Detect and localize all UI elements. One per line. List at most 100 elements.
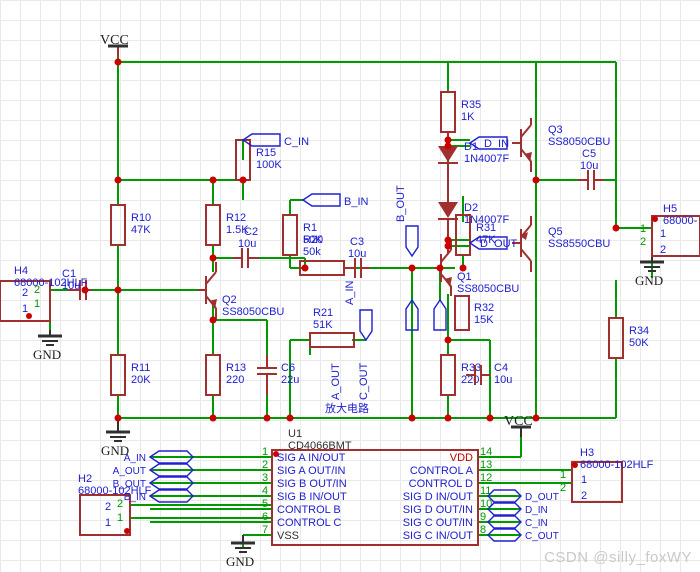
U1-right-pin-8-label: SIG C IN/OUT <box>403 530 474 542</box>
transistor-Q5[interactable]: Q5 SS8550CBU <box>512 216 610 272</box>
connector-H5[interactable]: H5 68000- 1 2 1 2 <box>640 203 700 257</box>
H2-pinnum-1: 1 <box>117 512 123 524</box>
D1-part: 1N4007F <box>464 153 510 165</box>
C5-ref: C5 <box>582 148 596 160</box>
resistor-R34[interactable]: R34 50K <box>608 317 649 359</box>
H5-ref: H5 <box>663 203 677 215</box>
H4-ref: H4 <box>14 265 28 277</box>
ground-symbol-ic-vss[interactable]: GND <box>226 535 255 569</box>
R21-value: 51K <box>313 319 333 331</box>
R35-ref: R35 <box>461 99 481 111</box>
resistor-R13[interactable]: R13 220 <box>205 354 246 396</box>
H5-pinnum-1: 1 <box>640 223 646 235</box>
R15-value: 100K <box>256 159 282 171</box>
gnd-ic-vss-label: GND <box>226 554 254 569</box>
R35-value: 1K <box>461 111 475 123</box>
H2-pinnum-2: 2 <box>117 498 123 510</box>
C2-ref: C2 <box>244 226 258 238</box>
R10-value: 47K <box>131 224 151 236</box>
Q1-ref: Q1 <box>457 271 472 283</box>
ic-U1[interactable]: U1 CD4066BMT SIG A IN/OUT SIG A OUT/IN S… <box>262 428 492 546</box>
C2-value: 10u <box>238 238 256 250</box>
U1-left-pin-3-num: 3 <box>262 472 268 484</box>
R21-ref: R21 <box>313 307 333 319</box>
power-symbol-vcc-top[interactable]: VCC <box>100 33 129 57</box>
resistor-R21[interactable]: R21 51K <box>309 307 355 348</box>
capacitor-C6[interactable]: C6 22u <box>257 355 299 395</box>
C4-value: 10u <box>494 374 512 386</box>
net-ic-a-in-text: A_IN <box>124 453 146 464</box>
U1-left-pin-7-num: 7 <box>262 524 268 536</box>
schematic-sheet: .w{stroke:#009900;stroke-width:2;fill:no… <box>0 0 700 572</box>
R13-value: 220 <box>226 374 244 386</box>
H4-pin-1: 1 <box>22 303 28 315</box>
net-c-out-text: C_OUT <box>358 362 370 400</box>
net-ic-c-out-text: C_OUT <box>525 531 559 542</box>
U1-right-pin-10-label: SIG D OUT/IN <box>403 504 473 516</box>
resistor-R35[interactable]: R35 1K <box>440 91 481 133</box>
resistor-R10[interactable]: R10 47K <box>110 204 151 246</box>
net-flag-c-out[interactable]: C_OUT <box>358 298 447 400</box>
net-ic-b-in-text: B_IN <box>124 492 146 503</box>
U1-right-pin-10-num: 10 <box>480 498 492 510</box>
net-flag-b-in[interactable]: B_IN <box>301 193 369 208</box>
net-ic-b-out-text: B_OUT <box>113 479 146 490</box>
H3-ref: H3 <box>580 447 594 459</box>
U1-part: CD4066BMT <box>288 440 352 452</box>
H2-ref: H2 <box>78 473 92 485</box>
net-flag-a-in[interactable]: A_IN <box>344 280 373 342</box>
net-a-out-text: A_OUT <box>330 363 342 400</box>
C4-ref: C4 <box>494 362 508 374</box>
net-ic-d-out-text: D_OUT <box>525 492 559 503</box>
ground-symbol-left-rail[interactable]: GND <box>101 418 130 458</box>
R1-ref: R1 <box>303 222 317 234</box>
net-d-out-text: D_OUT <box>480 238 518 250</box>
schematic-canvas[interactable]: .w{stroke:#009900;stroke-width:2;fill:no… <box>0 0 700 572</box>
H3-pinnum-1: 1 <box>560 469 566 481</box>
transistor-Q2[interactable]: Q2 SS8050CBU <box>198 262 284 320</box>
U1-right-pin-14-label: VDD <box>450 452 473 464</box>
Q5-ref: Q5 <box>548 226 563 238</box>
U1-left-pin-3-label: SIG B OUT/IN <box>277 478 347 490</box>
capacitor-C3[interactable]: C3 10u <box>345 236 370 278</box>
R13-ref: R13 <box>226 362 246 374</box>
U1-right-pin-13-label: CONTROL A <box>410 465 474 477</box>
Q2-part: SS8050CBU <box>222 306 284 318</box>
net-c-in-text: C_IN <box>284 136 309 148</box>
D2-part: 1N4007F <box>464 214 510 226</box>
C5-value: 10u <box>580 160 598 172</box>
R32-value: 15K <box>474 314 494 326</box>
R33-ref: R33 <box>461 362 481 374</box>
H5-pin-2: 2 <box>660 244 666 256</box>
net-flag-c-in[interactable]: C_IN <box>241 133 309 148</box>
U1-right-pin-12-num: 12 <box>480 472 492 484</box>
resistor-R11[interactable]: R11 20K <box>110 354 151 396</box>
C3-ref: C3 <box>350 236 364 248</box>
R34-value: 50K <box>629 337 649 349</box>
gnd-h4-label: GND <box>33 347 61 362</box>
H3-pinnum-2: 2 <box>560 482 566 494</box>
net-flag-a-out[interactable]: A_OUT <box>330 298 419 400</box>
U1-left-pin-4-label: SIG B IN/OUT <box>277 491 347 503</box>
ground-symbol-h4[interactable]: GND <box>33 330 62 362</box>
net-ic-a-out-text: A_OUT <box>113 466 146 477</box>
H4-pin-2: 2 <box>22 287 28 299</box>
U1-ref: U1 <box>288 428 302 440</box>
R20-ref: R20 <box>303 234 323 246</box>
watermark: CSDN @silly_foxWY <box>544 549 692 566</box>
connector-H3[interactable]: H3 68000-102HLF 1 2 1 2 <box>560 447 654 503</box>
D2-ref: D2 <box>464 202 478 214</box>
U1-right-pin-13-num: 13 <box>480 459 492 471</box>
U1-right-pin-8-num: 8 <box>480 524 486 536</box>
U1-left-pin-6-label: CONTROL C <box>277 517 341 529</box>
net-flag-b-out[interactable]: B_OUT <box>395 185 419 258</box>
net-a-in-text: A_IN <box>344 280 356 305</box>
H5-pinnum-2: 2 <box>640 236 646 248</box>
capacitor-C5[interactable]: C5 10u <box>578 148 604 190</box>
power-symbol-vcc-ic[interactable]: VCC <box>504 414 533 437</box>
ground-symbol-h5[interactable]: GND <box>635 252 664 288</box>
H4-pinnum-1: 1 <box>34 298 40 310</box>
R11-ref: R11 <box>131 362 150 374</box>
H4-pinnum-2: 2 <box>34 284 40 296</box>
resistor-R32[interactable]: R32 15K <box>454 295 494 331</box>
